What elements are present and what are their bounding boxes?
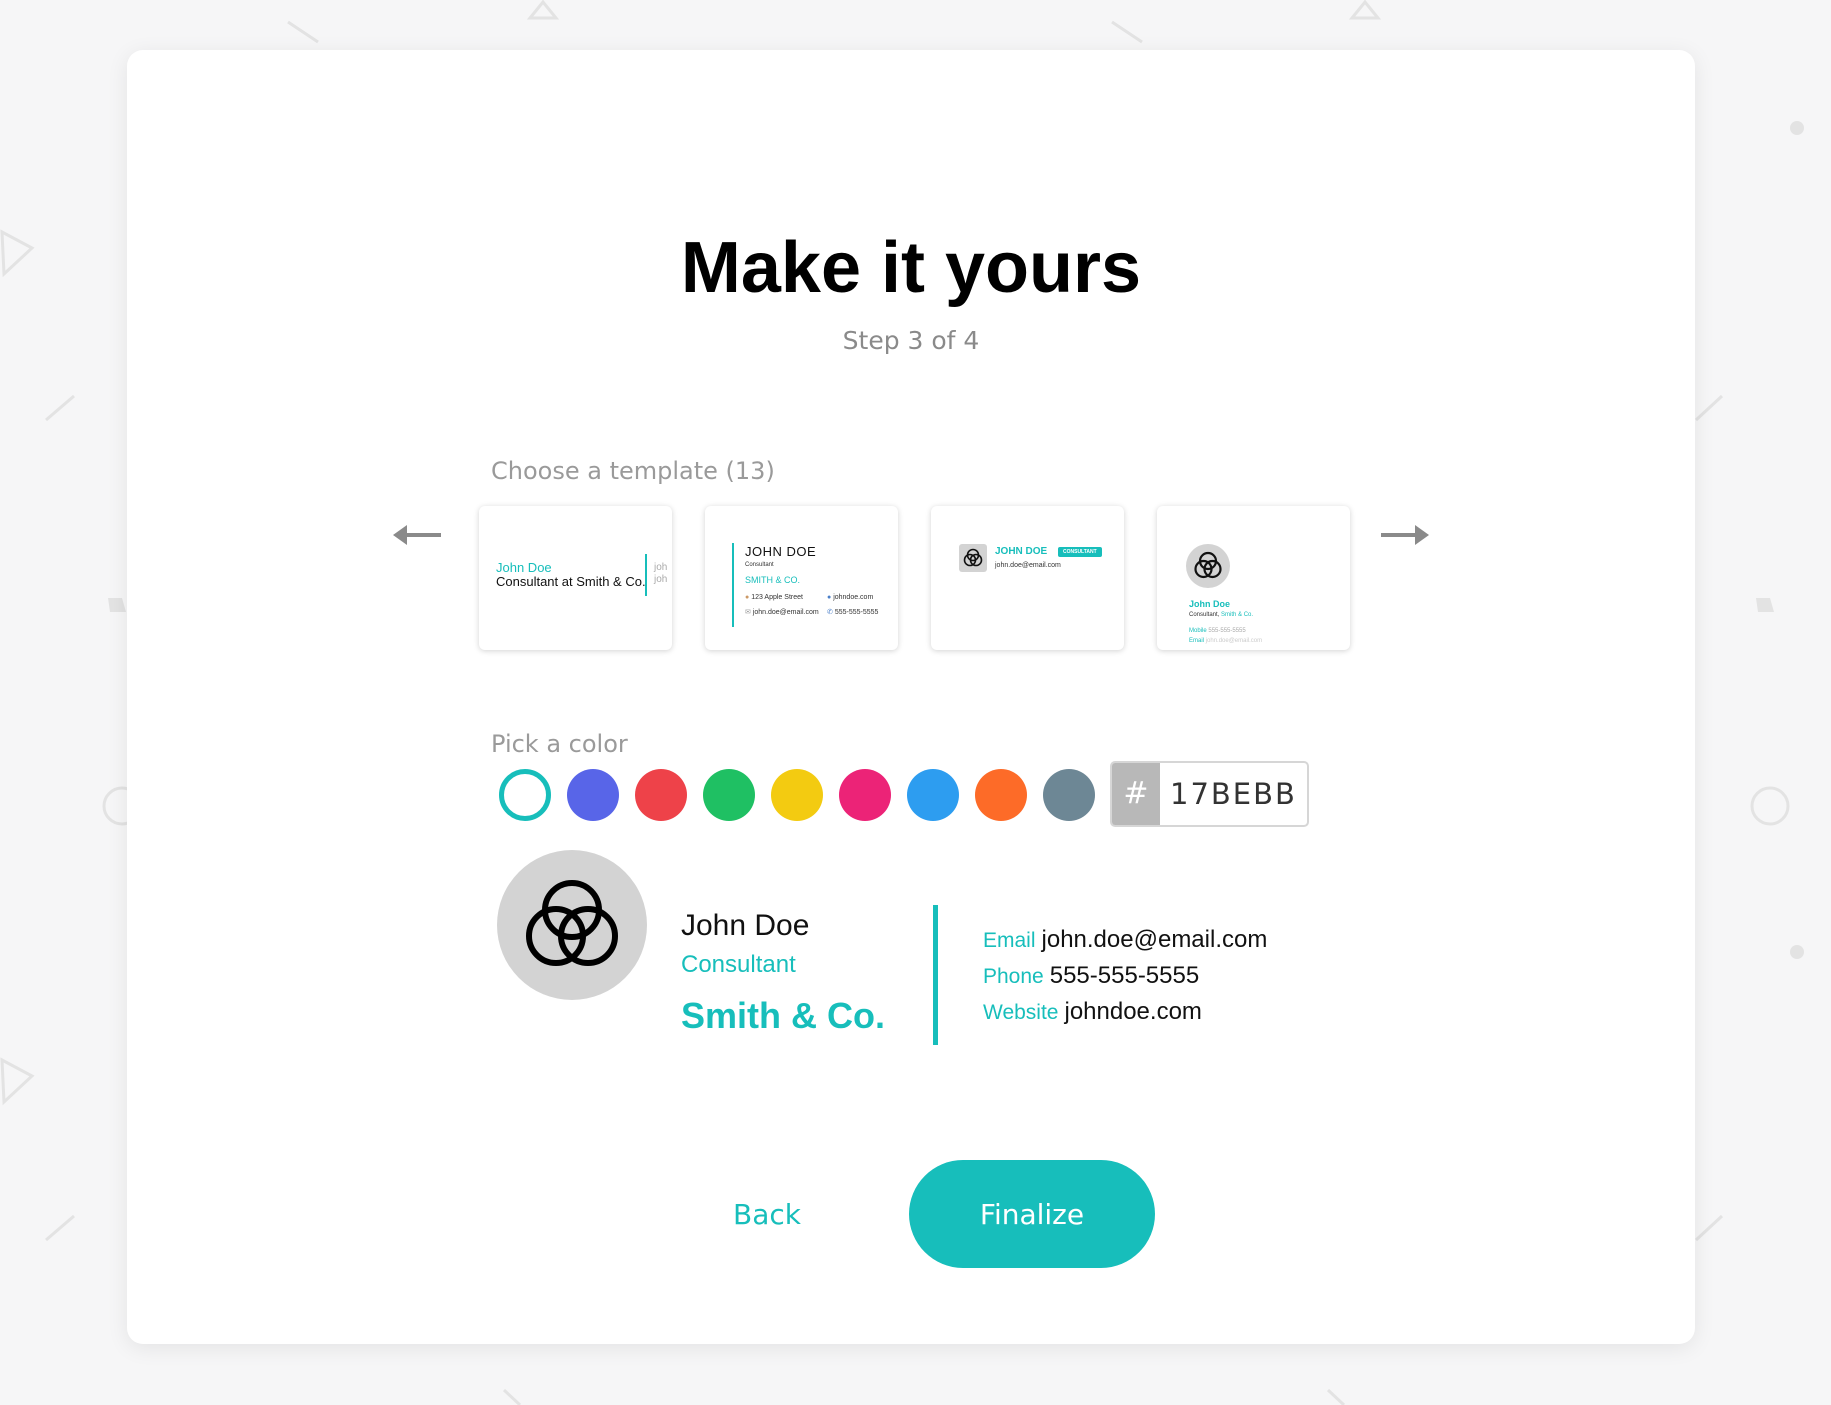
three-circles-logo-icon: [963, 548, 983, 567]
color-section-label: Pick a color: [491, 730, 628, 758]
hex-color-input[interactable]: [1160, 763, 1307, 825]
template-3-name: JOHN DOE: [995, 546, 1048, 557]
signature-phone-label: Phone: [983, 965, 1044, 988]
signature-name: John Doe: [681, 909, 810, 942]
three-circles-logo-icon: [1194, 551, 1222, 579]
template-3-badge: CONSULTANT: [1058, 547, 1102, 557]
template-1-subtitle: Consultant at Smith & Co.: [496, 574, 646, 589]
template-4-logo: [1186, 544, 1230, 588]
back-button[interactable]: Back: [707, 1190, 827, 1240]
template-4-email: Email john.doe@email.com: [1189, 638, 1263, 644]
template-option-3[interactable]: JOHN DOE CONSULTANT john.doe@email.com: [931, 506, 1124, 650]
three-circles-logo-icon: [526, 880, 618, 966]
template-option-1[interactable]: John Doe Consultant at Smith & Co. joh j…: [479, 506, 672, 650]
phone-icon: ✆: [827, 609, 833, 616]
color-swatch[interactable]: [907, 769, 959, 821]
template-2-email: ✉ john.doe@email.com: [745, 609, 819, 616]
signature-company: Smith & Co.: [681, 995, 885, 1036]
template-option-4[interactable]: John Doe Consultant, Smith & Co. Mobile …: [1157, 506, 1350, 650]
template-1-divider: [645, 554, 647, 596]
template-2-phone: ✆ 555-555-5555: [827, 609, 879, 616]
signature-email-value: john.doe@email.com: [1041, 926, 1268, 953]
arrow-left-icon: [393, 525, 441, 545]
template-1-name: John Doe: [496, 560, 552, 575]
page-title: Make it yours: [680, 228, 1142, 308]
envelope-icon: ✉: [745, 609, 751, 616]
template-4-mobile: Mobile 555-555-5555: [1189, 628, 1246, 634]
globe-icon: ●: [827, 594, 832, 601]
template-2-name: JOHN DOE: [745, 544, 817, 559]
step-indicator: Step 3 of 4: [842, 326, 980, 355]
color-swatch[interactable]: [635, 769, 687, 821]
signature-phone-line: Phone 555-555-5555: [983, 961, 1199, 994]
template-2-company: SMITH & CO.: [745, 575, 801, 585]
hex-color-field: #: [1110, 761, 1309, 827]
template-2-divider: [732, 543, 734, 627]
signature-divider: [933, 905, 938, 1045]
finalize-button[interactable]: Finalize: [909, 1160, 1155, 1268]
color-swatch-selected[interactable]: [499, 769, 551, 821]
arrow-right-icon: [1381, 525, 1429, 545]
template-3-email: john.doe@email.com: [995, 562, 1061, 569]
signature-phone-value: 555-555-5555: [1049, 962, 1200, 989]
color-swatch[interactable]: [839, 769, 891, 821]
template-2-address: ● 123 Apple Street: [745, 594, 803, 601]
signature-logo: [497, 850, 647, 1000]
template-section-label: Choose a template (13): [491, 457, 775, 485]
template-4-name: John Doe: [1189, 599, 1231, 609]
template-next-button[interactable]: [1379, 517, 1431, 553]
template-1-side-line-1: joh: [654, 562, 668, 573]
signature-website-line: Website johndoe.com: [983, 997, 1202, 1030]
template-2-role: Consultant: [745, 562, 774, 568]
color-swatch[interactable]: [975, 769, 1027, 821]
template-option-2[interactable]: JOHN DOE Consultant SMITH & CO. ● 123 Ap…: [705, 506, 898, 650]
signature-website-value: johndoe.com: [1064, 998, 1202, 1025]
color-swatch[interactable]: [567, 769, 619, 821]
template-3-logo: [959, 544, 987, 572]
color-swatch[interactable]: [1043, 769, 1095, 821]
template-prev-button[interactable]: [391, 517, 443, 553]
template-4-role: Consultant, Smith & Co.: [1189, 612, 1254, 618]
color-swatch[interactable]: [703, 769, 755, 821]
customize-card: Make it yours Step 3 of 4 Choose a templ…: [127, 50, 1695, 1344]
template-1-side-line-2: joh: [654, 574, 668, 585]
color-swatch[interactable]: [771, 769, 823, 821]
hex-hash-prefix: #: [1112, 763, 1160, 825]
signature-website-label: Website: [983, 1001, 1059, 1024]
signature-role: Consultant: [681, 951, 796, 978]
pin-icon: ●: [745, 594, 750, 601]
signature-email-line: Email john.doe@email.com: [983, 925, 1267, 958]
template-2-website: ● johndoe.com: [827, 594, 874, 601]
signature-email-label: Email: [983, 929, 1036, 952]
